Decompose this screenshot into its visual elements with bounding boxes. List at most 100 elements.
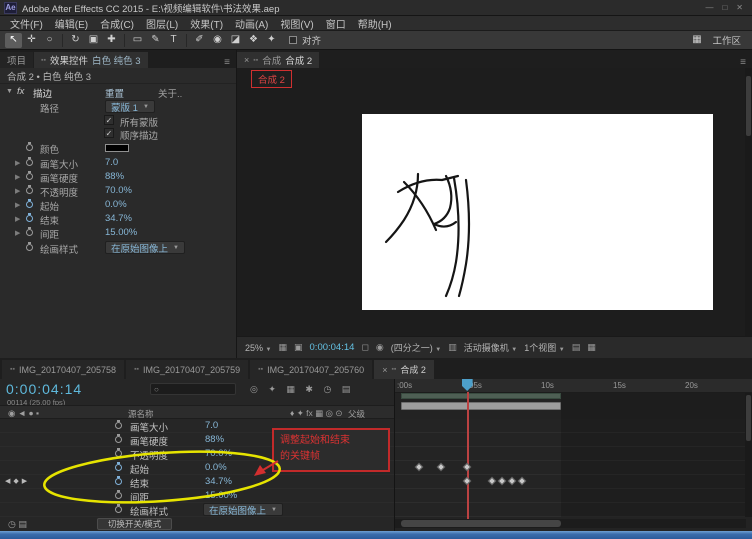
expand-icon[interactable]: ▶ xyxy=(15,187,20,195)
timeline-search-box[interactable]: ○ xyxy=(150,383,236,395)
zoom-dropdown[interactable]: 25% ▼ xyxy=(245,343,271,353)
stopwatch-icon[interactable] xyxy=(115,490,122,499)
resolution-dropdown[interactable]: (四分之一) ▼ xyxy=(391,341,441,354)
composition-viewer[interactable] xyxy=(237,68,752,336)
workspace-label[interactable]: 工作区 xyxy=(712,33,741,47)
effect-property-row[interactable]: ▶ 结束 34.7% xyxy=(0,212,236,227)
close-button[interactable]: ✕ xyxy=(736,3,743,12)
rotation-tool-icon[interactable]: ↻ xyxy=(67,33,84,48)
menu-edit[interactable]: 编辑(E) xyxy=(49,16,94,31)
shape-tool-icon[interactable]: ▭ xyxy=(129,33,146,48)
view-layout-icon[interactable]: ▤ xyxy=(572,342,581,353)
timeline-timecode[interactable]: 0:00:04:14 xyxy=(6,381,82,397)
property-value[interactable]: 0.0% xyxy=(105,199,127,210)
effect-property-row[interactable]: ✓ 所有蒙版 xyxy=(0,114,236,129)
property-value[interactable]: 15.00% xyxy=(205,490,237,501)
menu-help[interactable]: 帮助(H) xyxy=(352,16,398,31)
effect-property-row[interactable]: ▶ 间距 15.00% xyxy=(0,226,236,241)
channels-icon[interactable]: ▣ xyxy=(294,342,303,353)
close-icon[interactable]: × xyxy=(244,55,249,65)
minimize-button[interactable]: — xyxy=(705,3,713,12)
menu-window[interactable]: 窗口 xyxy=(320,16,352,31)
expand-icon[interactable]: ▶ xyxy=(15,201,20,209)
clone-stamp-tool-icon[interactable]: ◉ xyxy=(209,33,226,48)
comp-timecode[interactable]: 0:00:04:14 xyxy=(310,342,355,353)
menu-view[interactable]: 视图(V) xyxy=(274,16,319,31)
effect-property-row[interactable]: ▶ 画笔硬度 88% xyxy=(0,170,236,185)
timeline-property-row[interactable]: 间距 15.00% xyxy=(0,489,394,504)
camera-view-dropdown[interactable]: 活动摄像机 ▼ xyxy=(464,341,517,354)
paint-style-dropdown[interactable]: 在原始图像上 ▼ xyxy=(203,503,283,517)
property-value[interactable]: 88% xyxy=(205,434,224,445)
tab-composition[interactable]: × ▪▪ 合成 合成 2 xyxy=(237,52,320,68)
grid-guides-icon[interactable]: ▦ xyxy=(278,342,287,353)
stopwatch-icon[interactable] xyxy=(26,199,33,208)
grid-icon[interactable]: ▦ xyxy=(587,342,596,353)
expand-icon[interactable]: ▶ xyxy=(15,173,20,181)
hand-tool-icon[interactable]: ✛ xyxy=(23,33,40,48)
eraser-tool-icon[interactable]: ◪ xyxy=(227,33,244,48)
keyframe-navigator[interactable]: ◀◆▶ xyxy=(5,477,30,485)
camera-tool-icon[interactable]: ▣ xyxy=(85,33,102,48)
workspace-icon[interactable]: ▦ xyxy=(688,33,705,48)
toggle-switches-modes-button[interactable]: 切换开关/模式 xyxy=(96,518,173,530)
pixel-aspect-icon[interactable]: ▥ xyxy=(448,342,457,353)
selection-tool-icon[interactable]: ↖ xyxy=(5,32,22,48)
stopwatch-icon[interactable] xyxy=(115,434,122,443)
stopwatch-icon[interactable] xyxy=(26,213,33,222)
brush-tool-icon[interactable]: ✐ xyxy=(191,33,208,48)
expand-icon[interactable]: ▶ xyxy=(15,215,20,223)
puppet-pin-tool-icon[interactable]: ✦ xyxy=(263,33,280,48)
timeline-vertical-scrollbar[interactable] xyxy=(745,393,752,517)
stopwatch-icon[interactable] xyxy=(26,242,33,251)
timeline-property-row[interactable]: ◀◆▶ 结束 34.7% xyxy=(0,475,394,490)
effect-about-button[interactable]: 关于.. xyxy=(158,86,182,100)
stopwatch-icon[interactable] xyxy=(115,504,122,513)
property-value[interactable]: 88% xyxy=(105,171,124,182)
effect-property-row[interactable]: ▶ 画笔大小 7.0 xyxy=(0,156,236,171)
property-value[interactable]: 7.0 xyxy=(105,157,118,168)
effect-property-row[interactable]: 路径 蒙版 1 ▼ xyxy=(0,100,236,115)
expand-icon[interactable]: ▶ xyxy=(15,229,20,237)
panel-menu-icon[interactable]: ≡ xyxy=(734,57,752,68)
work-area-bar[interactable] xyxy=(401,393,561,399)
close-icon[interactable]: × xyxy=(382,365,387,375)
property-value[interactable]: 7.0 xyxy=(205,420,218,431)
zoom-tool-icon[interactable]: ○ xyxy=(41,33,58,48)
stopwatch-icon[interactable] xyxy=(115,462,122,471)
stopwatch-icon[interactable] xyxy=(26,185,33,194)
effect-property-row[interactable]: 颜色 xyxy=(0,141,236,156)
effect-property-row[interactable]: ▶ 不透明度 70.0% xyxy=(0,184,236,199)
stopwatch-icon[interactable] xyxy=(115,448,122,457)
stopwatch-icon[interactable] xyxy=(115,420,122,429)
property-value[interactable]: 34.7% xyxy=(205,476,232,487)
type-tool-icon[interactable]: T xyxy=(165,33,182,48)
time-ruler[interactable]: :00s 05s 10s 15s 20s xyxy=(395,379,752,393)
tab-effect-controls[interactable]: ▪▪ 效果控件 白色 纯色 3 xyxy=(34,52,148,68)
pan-behind-tool-icon[interactable]: ✚ xyxy=(103,33,120,48)
layer-duration-bar[interactable] xyxy=(401,402,561,410)
stopwatch-icon[interactable] xyxy=(26,227,33,236)
effect-property-row[interactable]: ▶ 起始 0.0% xyxy=(0,198,236,213)
menu-effect[interactable]: 效果(T) xyxy=(184,16,229,31)
snap-checkbox[interactable] xyxy=(289,36,297,44)
property-value[interactable]: 15.00% xyxy=(105,227,137,238)
panel-menu-icon[interactable]: ≡ xyxy=(218,57,236,68)
property-value[interactable]: 70.0% xyxy=(105,185,132,196)
timeline-property-row[interactable]: 绘画样式 在原始图像上 ▼ xyxy=(0,503,394,518)
effect-property-row[interactable]: 绘画样式 在原始图像上 ▼ xyxy=(0,241,236,256)
stopwatch-icon[interactable] xyxy=(26,157,33,166)
paint-style-dropdown[interactable]: 在原始图像上 ▼ xyxy=(105,241,185,255)
timeline-bottom-icons[interactable]: ◷ ▤ xyxy=(8,519,27,530)
timeline-tab-img3[interactable]: ▪▪ IMG_20170407_205760 xyxy=(250,360,373,379)
path-dropdown[interactable]: 蒙版 1 ▼ xyxy=(105,100,155,114)
effect-property-row[interactable]: ✓ 顺序描边 xyxy=(0,127,236,142)
search-input[interactable] xyxy=(161,384,226,394)
menu-composition[interactable]: 合成(C) xyxy=(94,16,140,31)
color-swatch[interactable] xyxy=(105,144,129,152)
stroke-sequentially-checkbox[interactable]: ✓ xyxy=(104,128,114,138)
timeline-horizontal-scrollbar[interactable] xyxy=(395,519,746,528)
all-masks-checkbox[interactable]: ✓ xyxy=(104,115,114,125)
stopwatch-icon[interactable] xyxy=(115,476,122,485)
menu-animation[interactable]: 动画(A) xyxy=(229,16,274,31)
